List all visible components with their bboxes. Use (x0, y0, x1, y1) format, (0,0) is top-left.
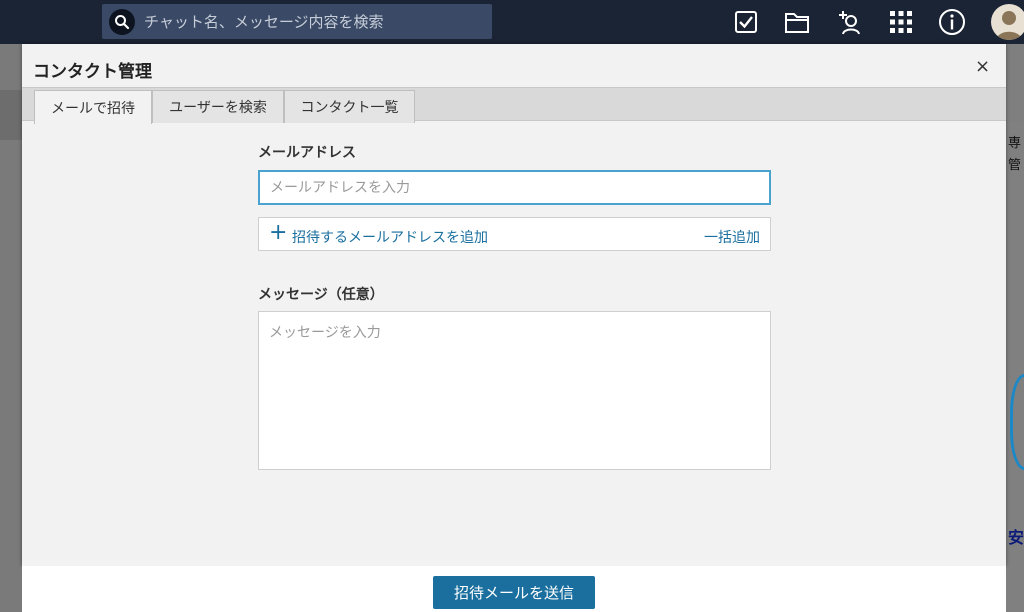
dialog-footer: 招待メールを送信 (22, 566, 1006, 612)
message-textarea[interactable] (258, 311, 771, 470)
files-icon[interactable] (781, 6, 813, 38)
tab-bar: メールで招待 ユーザーを検索 コンタクト一覧 (22, 87, 1006, 124)
avatar[interactable] (991, 4, 1024, 40)
tasks-icon[interactable] (730, 6, 762, 38)
info-icon[interactable] (936, 6, 968, 38)
background-text: 管 (1008, 158, 1022, 173)
send-invite-button[interactable]: 招待メールを送信 (433, 576, 595, 609)
search-icon[interactable] (109, 8, 135, 35)
contact-management-dialog: コンタクト管理 × メールで招待 ユーザーを検索 コンタクト一覧 メールアドレス… (22, 44, 1006, 566)
top-bar: チャット名、メッセージ内容を検索 (0, 0, 1024, 44)
tab-contact-list[interactable]: コンタクト一覧 (284, 90, 415, 123)
background-panel (0, 90, 22, 140)
tab-search-users[interactable]: ユーザーを検索 (152, 90, 284, 123)
background-content: 専 管 安 (1006, 44, 1024, 612)
background-text: 安 (1008, 528, 1024, 547)
background-text: 専 (1008, 136, 1022, 151)
apps-grid-icon[interactable] (885, 6, 917, 38)
search-bar[interactable]: チャット名、メッセージ内容を検索 (102, 4, 492, 39)
tab-invite-by-email[interactable]: メールで招待 (34, 90, 152, 124)
close-icon[interactable]: × (975, 56, 990, 77)
add-email-link[interactable]: 招待するメールアドレスを追加 (292, 227, 488, 247)
bulk-add-link[interactable]: 一括追加 (704, 227, 760, 247)
add-contact-icon[interactable] (834, 6, 866, 38)
search-placeholder[interactable]: チャット名、メッセージ内容を検索 (144, 11, 384, 32)
dialog-title: コンタクト管理 (33, 62, 152, 82)
add-email-row[interactable]: + 招待するメールアドレスを追加 一括追加 (258, 217, 771, 251)
email-input[interactable] (258, 170, 771, 205)
message-label: メッセージ（任意） (258, 287, 384, 303)
plus-icon[interactable]: + (269, 222, 287, 244)
email-label: メールアドレス (258, 145, 356, 161)
